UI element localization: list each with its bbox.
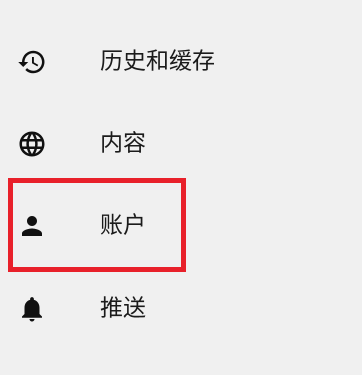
menu-item-label: 历史和缓存 bbox=[100, 48, 215, 75]
menu-item-label: 推送 bbox=[100, 295, 146, 322]
highlight-box bbox=[8, 178, 186, 272]
menu-item-push-notifications[interactable]: 推送 bbox=[0, 284, 362, 334]
menu-item-content[interactable]: 内容 bbox=[0, 119, 362, 169]
menu-item-label: 内容 bbox=[100, 130, 146, 157]
menu-item-history-and-cache[interactable]: 历史和缓存 bbox=[0, 37, 362, 87]
bell-icon bbox=[17, 294, 47, 324]
globe-icon bbox=[17, 129, 47, 159]
history-icon bbox=[17, 47, 47, 77]
